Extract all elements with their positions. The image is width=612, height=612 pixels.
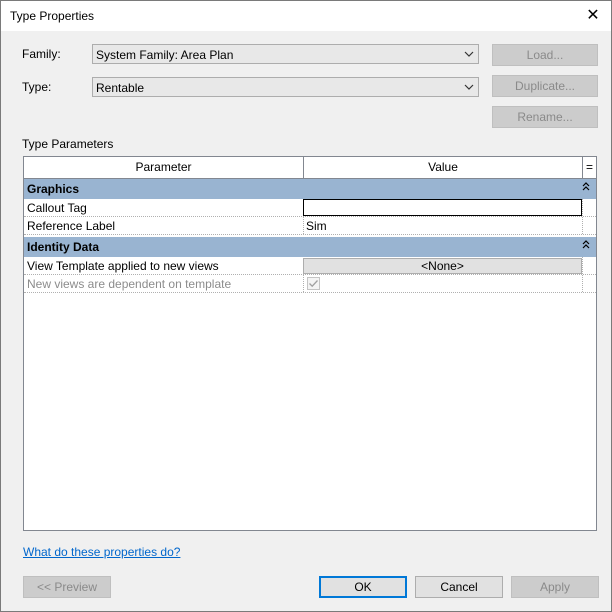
dependent-on-template-cell — [303, 275, 582, 292]
apply-button[interactable]: Apply — [511, 576, 599, 598]
group-header-graphics[interactable]: Graphics — [24, 179, 596, 199]
group-title: Graphics — [27, 182, 80, 196]
row-tail — [582, 199, 596, 216]
collapse-icon[interactable] — [582, 239, 590, 251]
table-row[interactable]: Callout Tag — [24, 199, 596, 217]
type-label: Type: — [22, 80, 52, 94]
close-icon[interactable]: ✕ — [575, 1, 611, 31]
param-name: Callout Tag — [27, 201, 87, 215]
param-name: View Template applied to new views — [27, 259, 219, 273]
table-row[interactable]: View Template applied to new views <None… — [24, 257, 596, 275]
extra-column-header[interactable]: = — [583, 157, 596, 179]
rename-button[interactable]: Rename... — [492, 106, 598, 128]
type-parameters-label: Type Parameters — [22, 137, 114, 151]
parameters-table: Parameter Value = Graphics Callout Tag R… — [23, 156, 597, 531]
duplicate-button[interactable]: Duplicate... — [492, 75, 598, 97]
preview-button[interactable]: << Preview — [23, 576, 111, 598]
load-button[interactable]: Load... — [492, 44, 598, 66]
family-label: Family: — [22, 47, 61, 61]
checkbox-icon — [307, 277, 320, 290]
row-tail — [582, 257, 596, 274]
chevron-down-icon — [464, 84, 474, 90]
group-title: Identity Data — [27, 240, 100, 254]
type-dropdown[interactable]: Rentable — [92, 77, 479, 97]
cancel-button[interactable]: Cancel — [415, 576, 503, 598]
table-row: New views are dependent on template — [24, 275, 596, 293]
row-tail — [582, 275, 596, 292]
view-template-button[interactable]: <None> — [303, 258, 582, 274]
chevron-down-icon — [464, 51, 474, 57]
family-dropdown[interactable]: System Family: Area Plan — [92, 44, 479, 64]
type-properties-dialog: Type Properties ✕ Family: System Family:… — [0, 0, 612, 612]
param-name: Reference Label — [27, 219, 116, 233]
window-title: Type Properties — [10, 9, 95, 23]
ok-button[interactable]: OK — [319, 576, 407, 598]
type-value: Rentable — [96, 81, 145, 95]
parameter-column-header[interactable]: Parameter — [24, 157, 304, 179]
family-value: System Family: Area Plan — [96, 48, 234, 62]
param-name: New views are dependent on template — [27, 277, 232, 291]
callout-tag-input[interactable] — [303, 199, 582, 216]
reference-label-value[interactable]: Sim — [303, 217, 582, 234]
value-column-header[interactable]: Value — [304, 157, 583, 179]
group-header-identity-data[interactable]: Identity Data — [24, 237, 596, 257]
row-tail — [582, 217, 596, 234]
title-bar: Type Properties ✕ — [1, 1, 611, 31]
table-row[interactable]: Reference Label Sim — [24, 217, 596, 235]
help-link[interactable]: What do these properties do? — [23, 545, 180, 559]
collapse-icon[interactable] — [582, 181, 590, 193]
